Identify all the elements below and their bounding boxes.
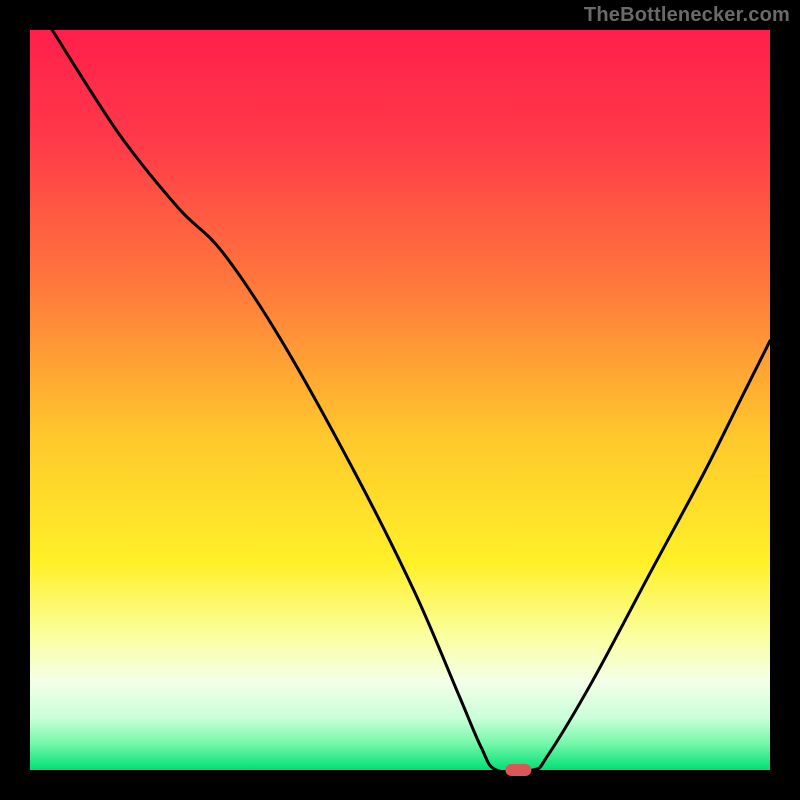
chart-canvas bbox=[0, 0, 800, 800]
bottleneck-chart: TheBottlenecker.com bbox=[0, 0, 800, 800]
plot-area bbox=[30, 30, 770, 770]
watermark-label: TheBottlenecker.com bbox=[584, 4, 790, 27]
optimum-marker bbox=[505, 764, 531, 776]
